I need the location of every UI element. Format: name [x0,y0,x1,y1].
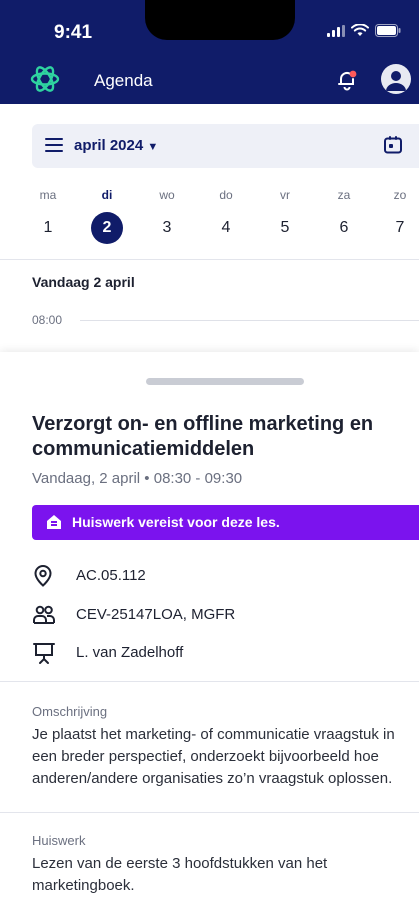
status-icons [327,24,401,37]
day-sunday[interactable]: zo 7 [378,188,419,244]
sheet-drag-handle[interactable] [146,378,304,385]
day-name: zo [393,188,407,202]
day-monday[interactable]: ma 1 [26,188,70,244]
day-wednesday[interactable]: wo 3 [145,188,189,244]
divider [0,681,419,682]
avatar[interactable] [381,64,411,94]
homework-label: Huiswerk [32,833,86,848]
hour-gridline [80,320,419,321]
presentation-icon [33,643,55,664]
event-time: Vandaag, 2 april • 08:30 - 09:30 [32,470,243,487]
app-bar: Agenda [0,58,419,104]
month-label: april 2024 [74,137,144,154]
day-number: 4 [221,219,231,236]
day-saturday[interactable]: za 6 [322,188,366,244]
divider [0,259,419,260]
app-logo-icon [30,66,60,92]
day-number: 7 [395,219,405,236]
month-dropdown[interactable]: april 2024 ▼ [74,137,158,154]
week-days: ma 1 di 2 wo 3 do 4 vr 5 za 6 zo 7 [20,188,419,248]
homework-icon [47,515,61,529]
today-label: Vandaag 2 april [32,274,135,290]
month-selector-bar: april 2024 ▼ [32,124,419,168]
selected-day-number: 2 [91,212,123,244]
day-number: 5 [280,219,290,236]
description-label: Omschrijving [32,704,108,719]
day-name: do [219,188,233,202]
top-header: 9:41 Agenda [0,0,419,104]
day-thursday[interactable]: do 4 [204,188,248,244]
divider [0,812,419,813]
avatar-icon [386,71,406,91]
day-name: vr [280,188,290,202]
day-tuesday[interactable]: di 2 [85,188,129,244]
day-number: 1 [43,219,53,236]
app-title: Agenda [94,71,153,90]
location-pin-icon [34,564,52,587]
day-number: 6 [339,219,349,236]
day-name: ma [39,188,57,202]
device-notch [145,0,295,40]
caret-down-icon: ▼ [147,141,159,153]
wifi-icon [351,24,369,36]
day-name: za [337,188,351,202]
location-text: AC.05.112 [76,567,146,584]
teacher-text: L. van Zadelhoff [76,644,184,661]
groups-text: CEV-25147LOA, MGFR [76,606,236,623]
people-icon [33,605,55,624]
event-detail-sheet: Verzorgt on- en offline marketing en com… [0,352,419,924]
status-time: 9:41 [54,22,93,43]
status-bar: 9:41 [0,0,419,58]
signal-icon [327,24,345,37]
week-calendar: april 2024 ▼ ma 1 di 2 wo 3 do 4 vr 5 za… [0,104,419,352]
description-text: Je plaatst het marketing- of communicati… [32,726,395,787]
battery-icon [375,24,401,37]
day-name: wo [159,188,175,202]
hour-label: 08:00 [32,313,63,327]
calendar-icon[interactable] [383,135,403,155]
bell-icon[interactable] [335,68,359,92]
homework-banner-text: Huiswerk vereist voor deze les. [72,514,280,530]
day-friday[interactable]: vr 5 [263,188,307,244]
homework-banner: Huiswerk vereist voor deze les. [32,505,419,540]
day-number: 3 [162,219,172,236]
day-name: di [101,188,113,202]
event-title: Verzorgt on- en offline marketing en com… [32,413,374,460]
menu-icon[interactable] [45,137,63,153]
homework-text: Lezen van de eerste 3 hoofdstukken van h… [32,855,328,894]
